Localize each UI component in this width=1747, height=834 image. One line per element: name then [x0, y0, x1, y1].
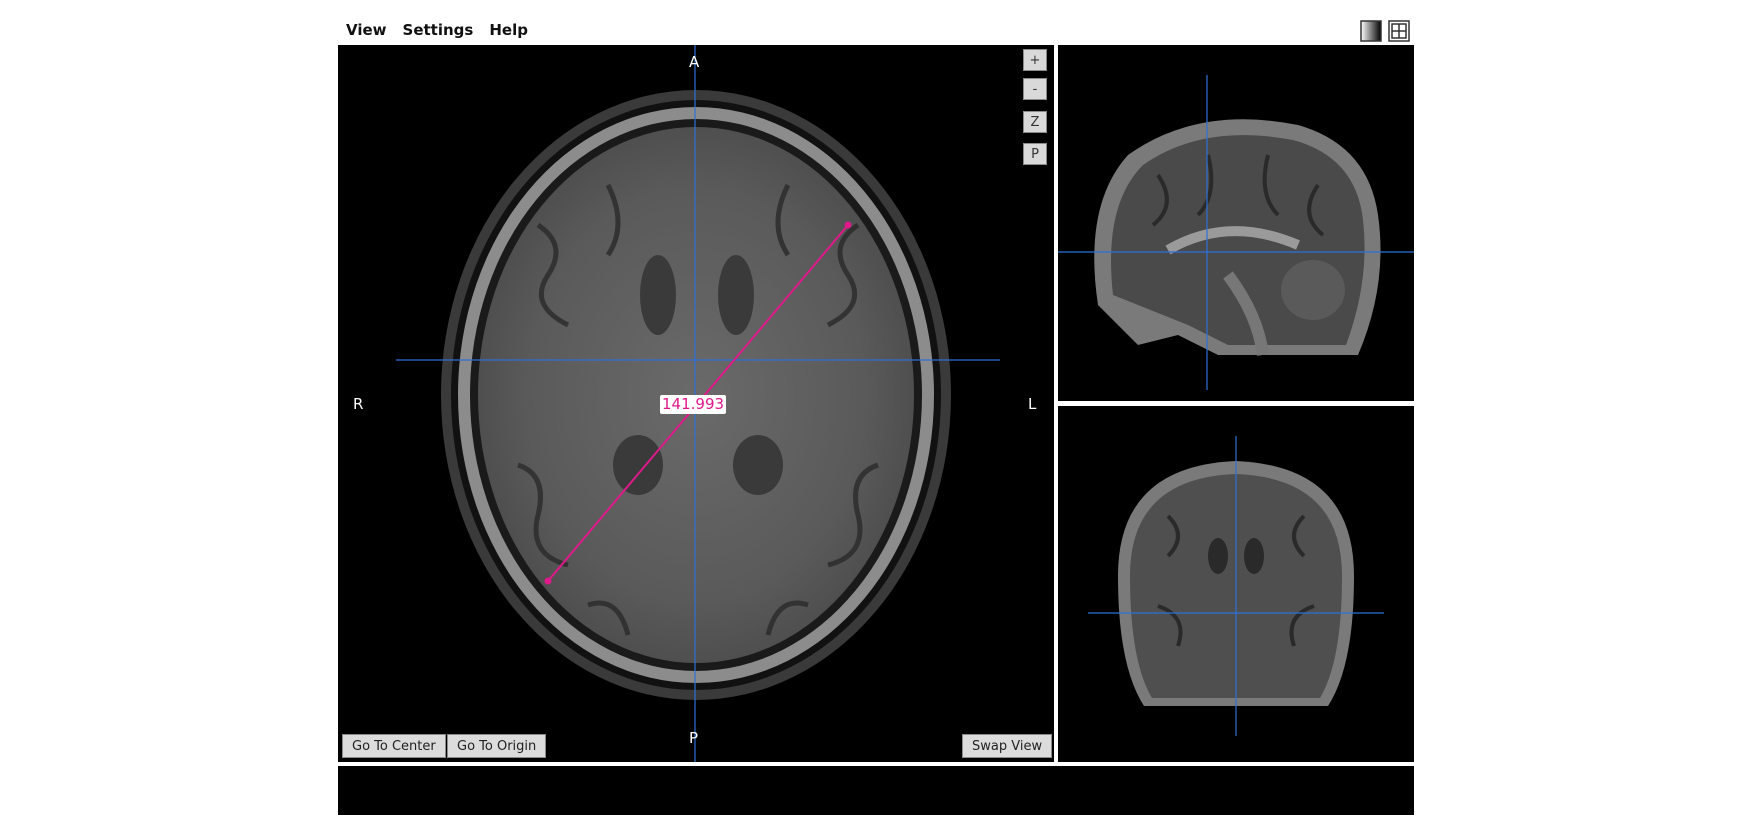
orientation-anterior: A	[689, 53, 700, 71]
menu-help[interactable]: Help	[481, 21, 536, 39]
menu-view[interactable]: View	[338, 21, 395, 39]
go-to-origin-button[interactable]: Go To Origin	[447, 734, 547, 758]
coronal-image	[1088, 436, 1384, 736]
zoom-reset-button[interactable]: Z	[1023, 111, 1047, 133]
menu-settings[interactable]: Settings	[395, 21, 482, 39]
swap-view-button[interactable]: Swap View	[962, 734, 1053, 758]
menu-bar: View Settings Help	[338, 12, 536, 48]
orientation-left: L	[1028, 395, 1037, 413]
zoom-in-button[interactable]: +	[1023, 49, 1047, 71]
sagittal-image	[1058, 75, 1414, 390]
measurement-endpoint	[544, 577, 552, 585]
measurement-value: 141.993	[660, 395, 727, 414]
zoom-out-button[interactable]: -	[1023, 78, 1047, 100]
toolbar-icons	[1360, 20, 1410, 42]
status-bar	[338, 766, 1414, 815]
axial-view[interactable]: A P R L + - Z P 141.993 Go To Center Go …	[338, 45, 1054, 762]
coronal-view[interactable]	[1058, 406, 1414, 762]
colormap-icon[interactable]	[1360, 20, 1382, 42]
orientation-posterior: P	[689, 729, 699, 747]
orientation-right: R	[353, 395, 364, 413]
sagittal-view[interactable]	[1058, 45, 1414, 401]
go-to-center-button[interactable]: Go To Center	[342, 734, 446, 758]
pan-button[interactable]: P	[1023, 143, 1047, 165]
fullscreen-icon[interactable]	[1388, 20, 1410, 42]
measurement-endpoint	[844, 221, 852, 229]
